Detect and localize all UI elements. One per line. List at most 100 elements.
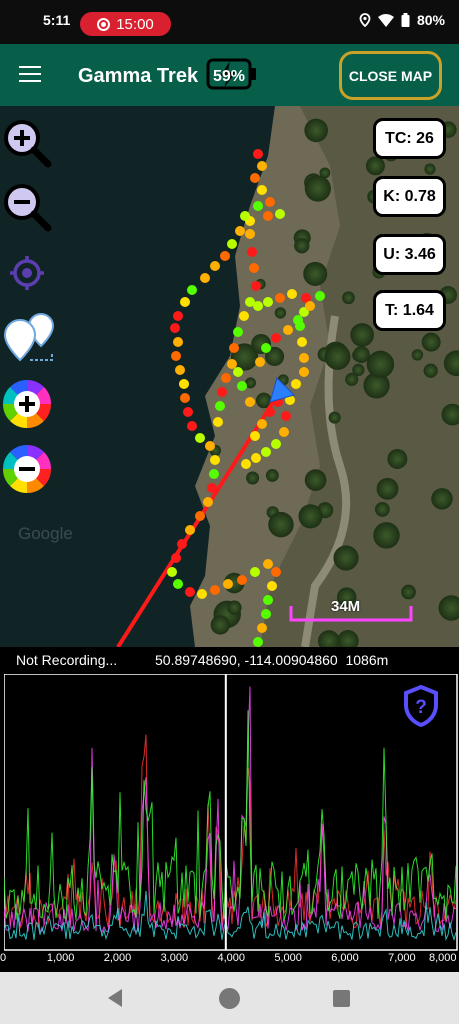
track-point <box>263 559 273 569</box>
x-tick-label: 8,000 <box>429 952 457 964</box>
recording-timer-chip[interactable]: 15:00 <box>80 12 171 36</box>
track-point <box>210 261 220 271</box>
track-point <box>291 379 301 389</box>
close-map-button[interactable]: CLOSE MAP <box>339 51 442 100</box>
track-point <box>281 411 291 421</box>
track-point <box>261 343 271 353</box>
x-tick-label: 6,000 <box>331 952 359 964</box>
track-point <box>177 539 187 549</box>
track-point <box>239 311 249 321</box>
track-point <box>173 579 183 589</box>
stat-potassium: K: 0.78 <box>373 176 446 217</box>
svg-text:?: ? <box>415 697 427 718</box>
track-point <box>167 567 177 577</box>
x-tick-label: 0 <box>0 952 7 964</box>
home-icon[interactable] <box>219 988 240 1009</box>
center-location-icon[interactable] <box>0 244 56 300</box>
battery-percent: 80% <box>416 12 445 28</box>
x-tick-label: 2,000 <box>103 952 132 964</box>
track-point <box>271 333 281 343</box>
device-battery-percent: 59% <box>213 68 246 85</box>
track-point <box>299 353 309 363</box>
status-bar: 5:11 15:00 80% <box>0 0 459 44</box>
battery-icon <box>401 13 410 27</box>
track-point <box>171 553 181 563</box>
track-point <box>265 197 275 207</box>
track-point <box>251 453 261 463</box>
track-point <box>213 417 223 427</box>
track-point <box>207 483 217 493</box>
menu-icon[interactable] <box>19 66 41 82</box>
spectrum-chart[interactable]: ? 0 1,000 2,000 3,000 4,000 5,000 6,000 7,000 8,… <box>0 673 459 966</box>
x-tick-label: 7,000 <box>388 952 416 964</box>
wifi-icon <box>377 14 394 27</box>
track-point <box>233 327 243 337</box>
recording-state: Not Recording... <box>16 652 118 668</box>
track-point <box>250 567 260 577</box>
track-point <box>261 447 271 457</box>
system-nav-bar <box>0 972 459 1024</box>
recording-timer: 15:00 <box>116 15 154 33</box>
x-tick-label: 5,000 <box>274 952 302 964</box>
track-point <box>241 459 251 469</box>
track-point <box>250 173 260 183</box>
track-point <box>257 419 267 429</box>
track-point <box>257 161 267 171</box>
track-point <box>187 421 197 431</box>
track-point <box>227 359 237 369</box>
track-point <box>255 357 265 367</box>
track-point <box>275 209 285 219</box>
coordinates-value: 50.89748690, -114.00904860 <box>155 652 338 668</box>
track-point <box>293 315 303 325</box>
x-tick-label: 1,000 <box>46 952 75 964</box>
google-watermark: Google <box>18 524 73 543</box>
track-point <box>250 431 260 441</box>
track-point <box>179 379 189 389</box>
track-point <box>253 637 263 647</box>
track-point <box>233 367 243 377</box>
track-point <box>249 263 259 273</box>
track-point <box>205 441 215 451</box>
track-point <box>283 325 293 335</box>
shield-question-icon[interactable]: ? <box>403 684 439 728</box>
x-tick-label: 4,000 <box>217 952 246 964</box>
track-point <box>315 291 325 301</box>
track-point <box>209 469 219 479</box>
track-point <box>263 211 273 221</box>
waypoints-icon[interactable] <box>0 310 56 366</box>
track-point <box>197 589 207 599</box>
track-point <box>173 311 183 321</box>
track-point <box>245 397 255 407</box>
back-icon[interactable] <box>108 989 122 1007</box>
track-point <box>185 587 195 597</box>
track-point <box>247 247 257 257</box>
track-point <box>265 407 275 417</box>
track-point <box>170 323 180 333</box>
track-point <box>253 301 263 311</box>
x-tick-label: 3,000 <box>160 952 189 964</box>
track-point <box>175 365 185 375</box>
track-point <box>267 581 277 591</box>
track-point <box>180 393 190 403</box>
track-point <box>227 239 237 249</box>
track-point <box>221 373 231 383</box>
system-indicators: 80% <box>359 12 445 28</box>
track-point <box>171 351 181 361</box>
stat-thorium: T: 1.64 <box>373 290 446 331</box>
map-view[interactable]: Google TC: 26 K: 0.78 U: 3.46 T: 1.64 34… <box>0 106 459 647</box>
recents-icon[interactable] <box>333 990 350 1007</box>
zoom-in-icon[interactable] <box>0 114 56 170</box>
track-point <box>253 149 263 159</box>
color-scale-add-icon[interactable] <box>0 376 56 432</box>
record-icon <box>97 17 111 31</box>
app-bar: Gamma Trek 59% CLOSE MAP <box>0 44 459 106</box>
zoom-out-icon[interactable] <box>0 178 56 234</box>
track-point <box>223 579 233 589</box>
track-point <box>240 211 250 221</box>
app-title: Gamma Trek <box>78 65 199 87</box>
track-point <box>200 273 210 283</box>
track-point <box>229 343 239 353</box>
track-point <box>195 511 205 521</box>
color-scale-remove-icon[interactable] <box>0 441 56 497</box>
track-point <box>271 439 281 449</box>
